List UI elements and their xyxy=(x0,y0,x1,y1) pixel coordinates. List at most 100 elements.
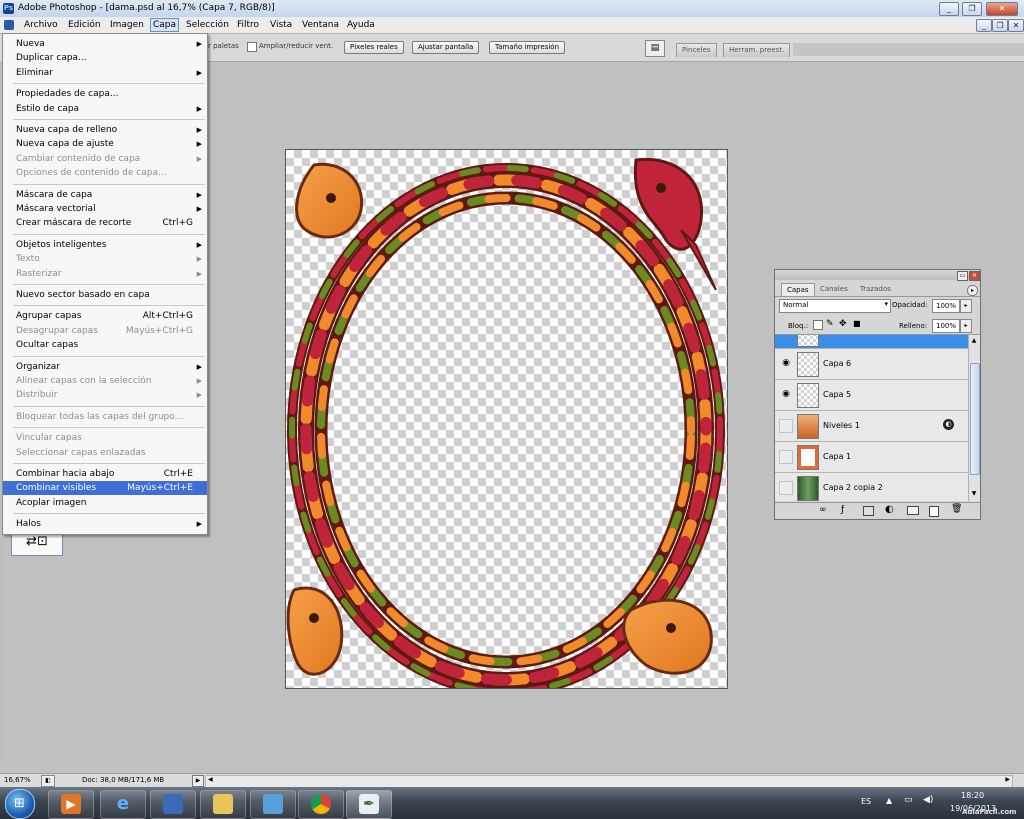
tab-herram-preest[interactable]: Herram. preest. xyxy=(723,43,791,57)
menu-item-propiedades-de-capa[interactable]: Propiedades de capa... xyxy=(3,87,207,101)
menu-seleccion[interactable]: Selección xyxy=(184,19,231,31)
panel-minimize-icon[interactable]: ▭ xyxy=(957,271,968,281)
print-size-button[interactable]: Tamaño impresión xyxy=(489,41,566,54)
menu-capa[interactable]: Capa xyxy=(150,18,180,32)
menu-item-ocultar-capas[interactable]: Ocultar capas xyxy=(3,338,207,352)
taskbar-app-3[interactable] xyxy=(150,790,196,819)
menu-item-combinar-visibles[interactable]: Combinar visibles Mayús+Ctrl+E xyxy=(3,481,207,496)
eye-icon[interactable]: ◉ xyxy=(781,359,791,368)
language-indicator[interactable]: ES xyxy=(861,797,871,806)
menu-item-vincular-capas[interactable]: Vincular capas xyxy=(3,431,207,445)
layer-row[interactable]: ◉ Capa 6 xyxy=(775,349,968,380)
status-menu-arrow-icon[interactable]: ▶ xyxy=(192,775,204,787)
menu-item-máscara-vectorial[interactable]: Máscara vectorial ▶ xyxy=(3,202,207,216)
fill-slider-button[interactable]: ▸ xyxy=(960,319,972,333)
lock-brush-icon[interactable]: ✎ xyxy=(826,319,834,329)
menu-imagen[interactable]: Imagen xyxy=(108,19,146,31)
menu-item-estilo-de-capa[interactable]: Estilo de capa ▶ xyxy=(3,102,207,116)
menu-item-desagrupar-capas[interactable]: Desagrupar capas Mayús+Ctrl+G xyxy=(3,324,207,338)
link-icon[interactable]: ∞ xyxy=(819,505,827,515)
menu-item-organizar[interactable]: Organizar ▶ xyxy=(3,360,207,374)
menu-item-combinar-hacia-abajo[interactable]: Combinar hacia abajo Ctrl+E xyxy=(3,467,207,481)
tab-canales[interactable]: Canales xyxy=(817,284,851,295)
panel-menu-icon[interactable]: ▸ xyxy=(967,285,978,296)
network-icon[interactable]: ▭ xyxy=(904,795,913,805)
taskbar-explorer[interactable] xyxy=(200,790,246,819)
menu-item-distribuir[interactable]: Distribuir ▶ xyxy=(3,388,207,402)
menu-item-seleccionar-capas-enlazadas[interactable]: Seleccionar capas enlazadas xyxy=(3,446,207,460)
layer-row[interactable]: Niveles 1 ◐ xyxy=(775,411,968,442)
mask-icon[interactable] xyxy=(863,506,874,516)
opacity-slider-button[interactable]: ▸ xyxy=(960,299,972,313)
volume-icon[interactable]: ◀) xyxy=(923,795,933,805)
layer-row-selected[interactable] xyxy=(775,335,968,349)
menu-item-texto[interactable]: Texto ▶ xyxy=(3,252,207,266)
layer-row[interactable]: Capa 2 copia 2 xyxy=(775,473,968,501)
document-canvas[interactable] xyxy=(285,149,728,697)
fx-icon[interactable]: ƒ xyxy=(841,505,844,515)
start-button[interactable]: ⊞ xyxy=(5,789,35,819)
menu-item-rasterizar[interactable]: Rasterizar ▶ xyxy=(3,267,207,281)
menu-item-cambiar-contenido-de-capa[interactable]: Cambiar contenido de capa ▶ xyxy=(3,152,207,166)
doc-minimize-button[interactable]: _ xyxy=(976,19,992,32)
taskbar-internet-explorer[interactable]: e xyxy=(100,790,146,819)
panel-titlebar[interactable] xyxy=(775,270,980,280)
layer-row[interactable]: ◉ Capa 5 xyxy=(775,380,968,411)
lock-position-icon[interactable]: ✥ xyxy=(839,319,847,329)
clock-time[interactable]: 18:20 xyxy=(961,791,984,800)
menu-item-duplicar-capa[interactable]: Duplicar capa... xyxy=(3,51,207,65)
menu-item-bloquear-todas-las-capas-del-grupo[interactable]: Bloquear todas las capas del grupo... xyxy=(3,410,207,424)
visibility-toggle[interactable] xyxy=(779,450,793,464)
layer-row[interactable]: Capa 1 xyxy=(775,442,968,473)
menu-ventana[interactable]: Ventana xyxy=(300,19,341,31)
scroll-thumb[interactable] xyxy=(970,363,980,475)
adjustment-icon[interactable]: ◐ xyxy=(885,504,894,515)
close-button[interactable]: ✕ xyxy=(986,2,1018,16)
menu-item-opciones-de-contenido-de-capa[interactable]: Opciones de contenido de capa... xyxy=(3,166,207,180)
layers-scrollbar[interactable]: ▲ ▼ xyxy=(968,335,980,501)
actual-pixels-button[interactable]: Píxeles reales xyxy=(344,41,404,54)
menu-item-nuevo-sector-basado-en-capa[interactable]: Nuevo sector basado en capa xyxy=(3,288,207,302)
menu-item-nueva[interactable]: Nueva ▶ xyxy=(3,37,207,51)
new-layer-icon[interactable] xyxy=(929,506,939,517)
menu-edicion[interactable]: Edición xyxy=(66,19,103,31)
eye-icon[interactable]: ◉ xyxy=(781,390,791,399)
resize-windows-checkbox[interactable] xyxy=(247,42,257,52)
fill-input[interactable]: 100% xyxy=(932,319,960,333)
menu-item-máscara-de-capa[interactable]: Máscara de capa ▶ xyxy=(3,188,207,202)
doc-close-button[interactable]: ✕ xyxy=(1008,19,1024,32)
document-icon[interactable] xyxy=(4,20,14,30)
blend-mode-select[interactable]: Normal ▾ xyxy=(779,299,891,313)
menu-item-nueva-capa-de-ajuste[interactable]: Nueva capa de ajuste ▶ xyxy=(3,137,207,151)
lock-all-icon[interactable]: ■ xyxy=(853,319,861,328)
restore-button[interactable]: ❐ xyxy=(962,2,982,16)
menu-archivo[interactable]: Archivo xyxy=(22,19,60,31)
doc-restore-button[interactable]: ❐ xyxy=(992,19,1008,32)
trash-icon[interactable]: 🗑 xyxy=(951,504,962,514)
tab-pinceles[interactable]: Pinceles xyxy=(676,43,717,57)
menu-filtro[interactable]: Filtro xyxy=(235,19,261,31)
lock-transparency-icon[interactable] xyxy=(813,320,823,330)
visibility-toggle[interactable] xyxy=(779,481,793,495)
scroll-down-icon[interactable]: ▼ xyxy=(970,490,978,498)
panel-close-icon[interactable]: ✕ xyxy=(969,271,980,281)
menu-item-acoplar-imagen[interactable]: Acoplar imagen xyxy=(3,496,207,510)
menu-item-crear-máscara-de-recorte[interactable]: Crear máscara de recorte Ctrl+G xyxy=(3,216,207,230)
folder-icon[interactable] xyxy=(907,506,919,515)
preview-icon[interactable]: ◧ xyxy=(41,775,55,787)
scroll-right-icon[interactable]: ▶ xyxy=(1005,776,1010,783)
taskbar-media-player[interactable]: ▶ xyxy=(48,790,94,819)
taskbar-chrome[interactable] xyxy=(298,790,344,819)
opacity-input[interactable]: 100% xyxy=(932,299,960,313)
menu-ayuda[interactable]: Ayuda xyxy=(345,19,377,31)
menu-item-objetos-inteligentes[interactable]: Objetos inteligentes ▶ xyxy=(3,238,207,252)
menu-item-nueva-capa-de-relleno[interactable]: Nueva capa de relleno ▶ xyxy=(3,123,207,137)
palette-well-icon[interactable]: ▤ xyxy=(645,40,665,57)
zoom-value[interactable]: 16,67% xyxy=(4,776,31,784)
menu-vista[interactable]: Vista xyxy=(268,19,294,31)
fit-screen-button[interactable]: Ajustar pantalla xyxy=(412,41,480,54)
taskbar-control-panel[interactable] xyxy=(250,790,296,819)
menu-item-alinear-capas-con-la-selección[interactable]: Alinear capas con la selección ▶ xyxy=(3,374,207,388)
menu-item-eliminar[interactable]: Eliminar ▶ xyxy=(3,66,207,80)
visibility-toggle[interactable] xyxy=(779,419,793,433)
